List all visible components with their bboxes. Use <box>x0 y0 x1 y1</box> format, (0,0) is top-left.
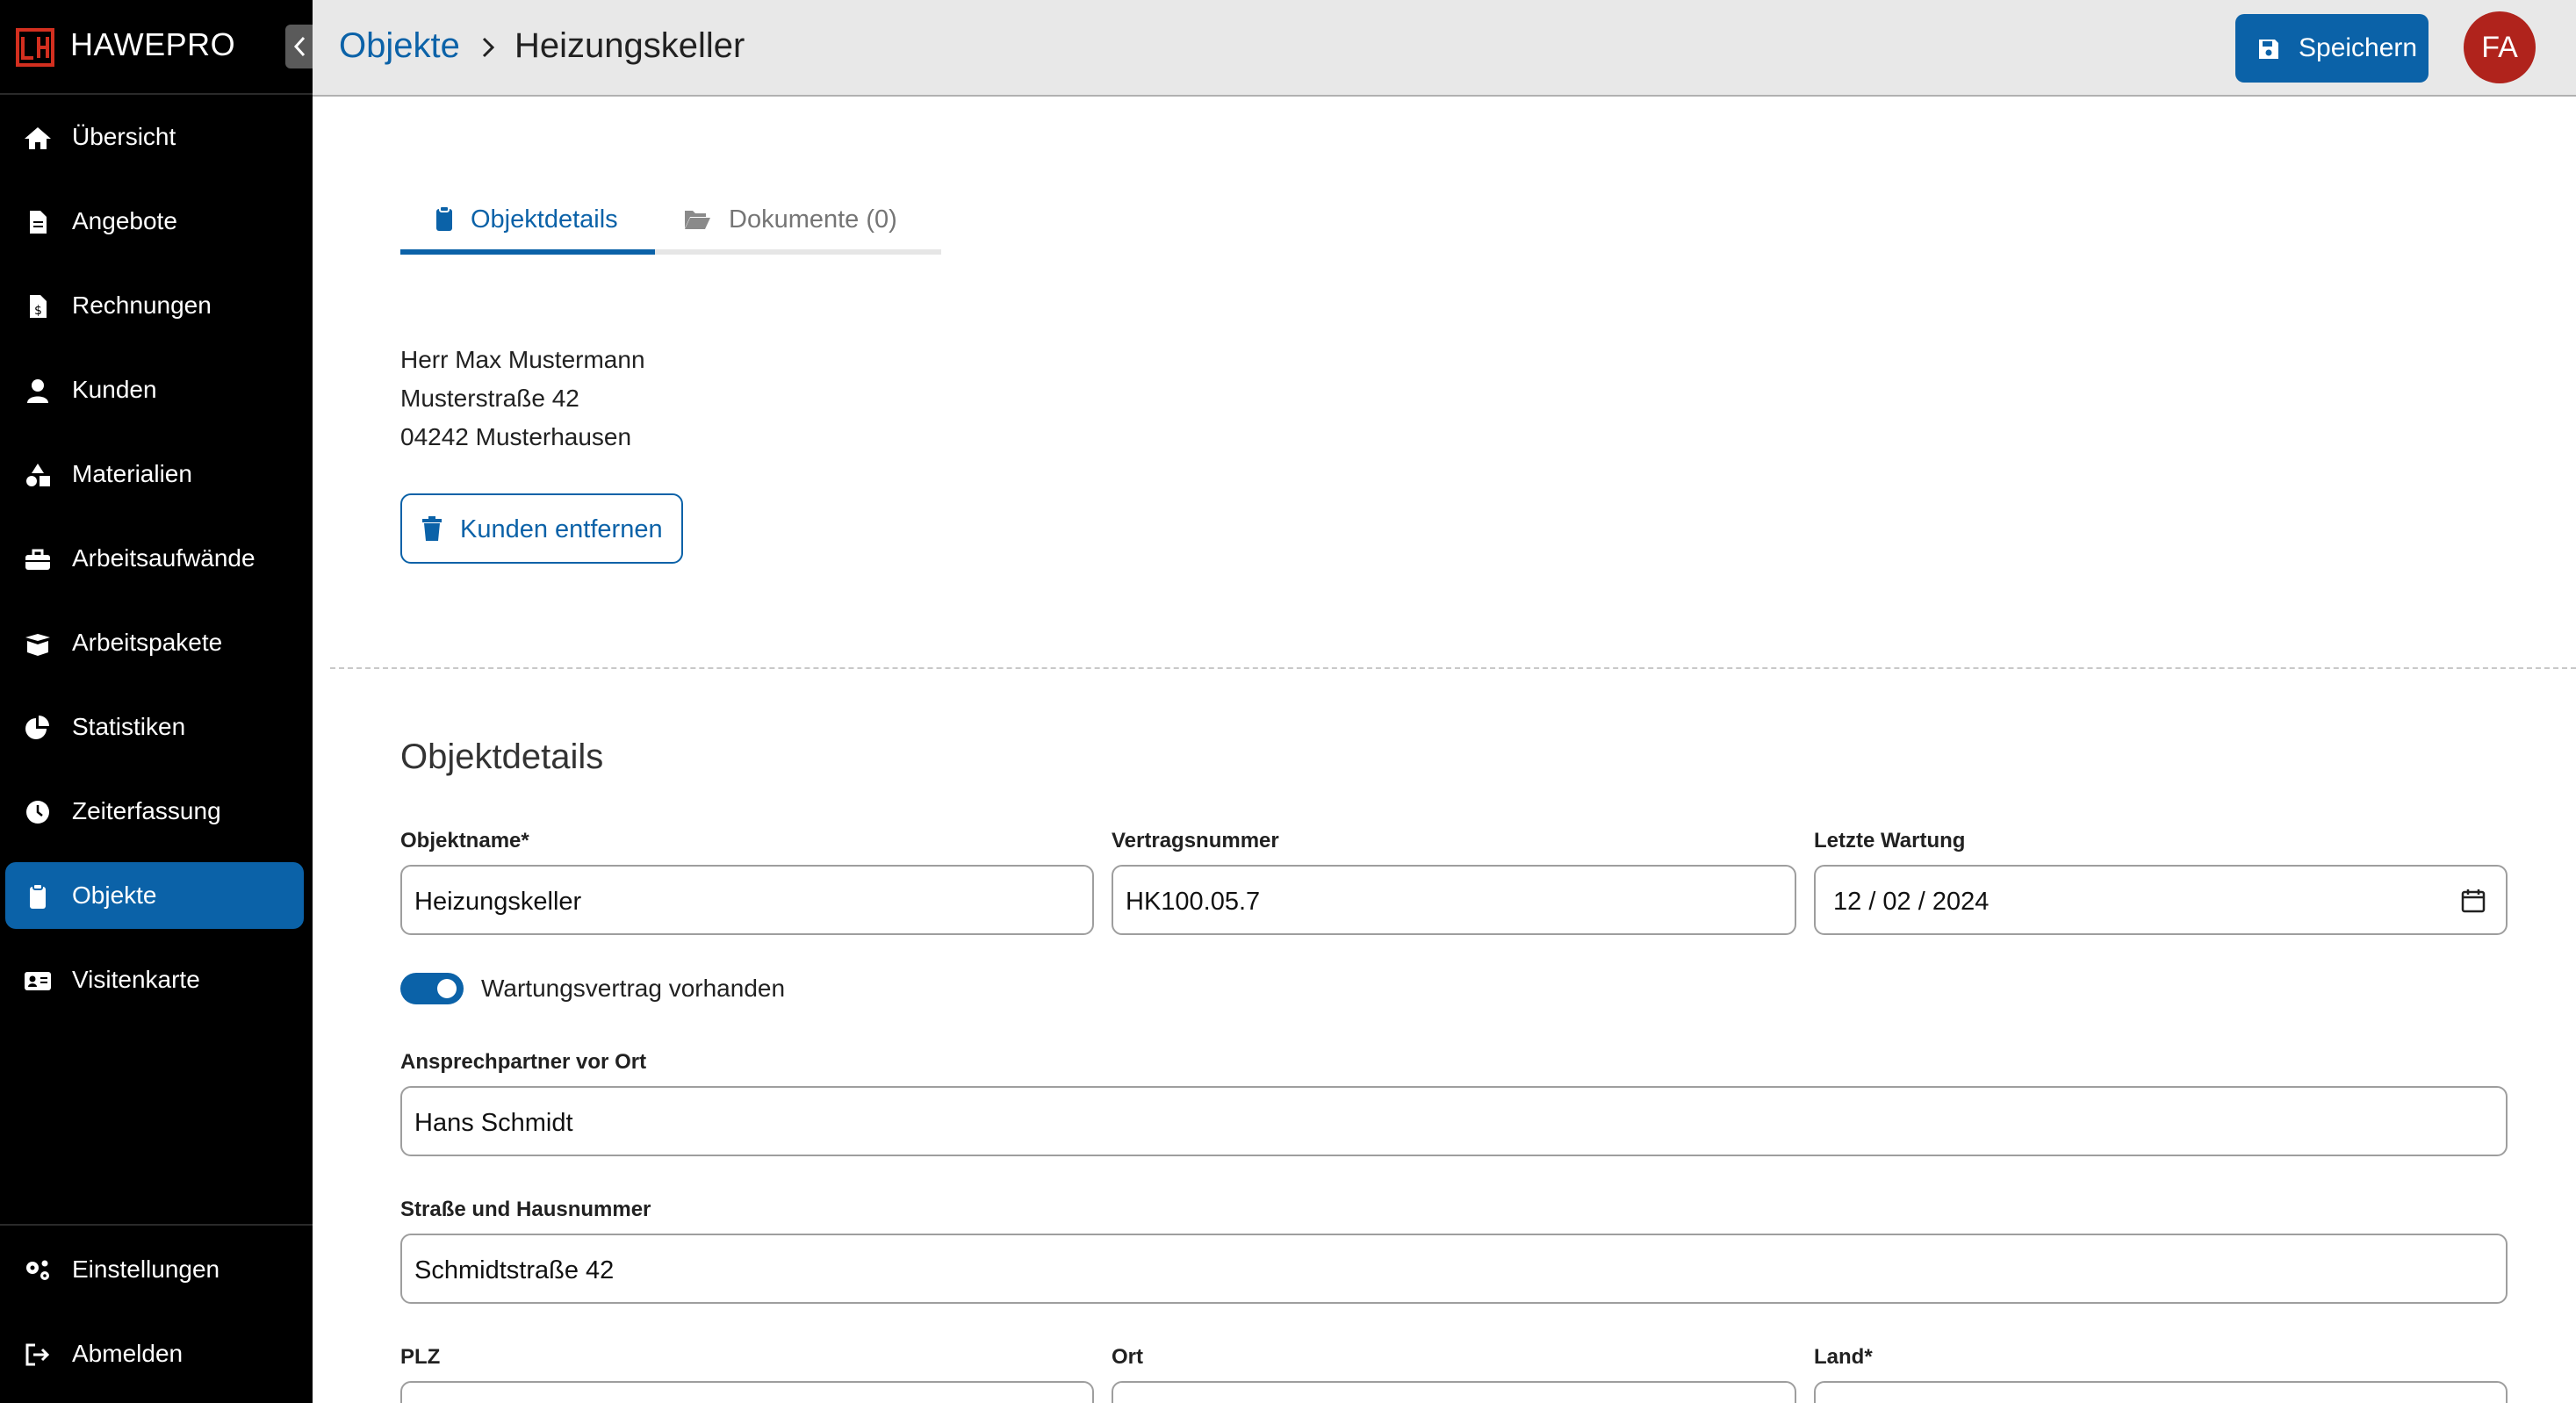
sidebar-item-abmelden[interactable]: Abmelden <box>5 1320 304 1387</box>
tab-dokumente[interactable]: Dokumente (0) <box>683 186 941 255</box>
floppy-disk-icon <box>2259 40 2278 59</box>
sidebar-item-label: Zeiterfassung <box>72 797 221 824</box>
sidebar-item-rechnungen[interactable]: $ Rechnungen <box>5 272 304 339</box>
user-avatar[interactable]: FA <box>2464 11 2536 83</box>
sidebar-item-label: Arbeitsaufwände <box>72 544 255 572</box>
street-label: Straße und Hausnummer <box>400 1198 651 1221</box>
sidebar-collapse-button[interactable] <box>285 25 313 68</box>
sidebar-item-materialien[interactable]: Materialien <box>5 441 304 507</box>
contact-label: Ansprechpartner vor Ort <box>400 1050 647 1074</box>
toolbox-icon <box>25 549 50 570</box>
top-header: Objekte Heizungskeller Speichern FA <box>313 0 2576 97</box>
chevron-right-icon <box>482 37 495 58</box>
object-name-input[interactable]: Heizungskeller <box>400 865 1094 935</box>
sidebar: HAWEPRO Übersicht Angebote $ Rechnungen … <box>0 0 313 1403</box>
tab-label: Dokumente (0) <box>729 205 897 234</box>
save-button[interactable]: Speichern <box>2235 14 2428 83</box>
sidebar-item-visitenkarte[interactable]: Visitenkarte <box>5 946 304 1013</box>
sidebar-item-arbeitspakete[interactable]: Arbeitspakete <box>5 609 304 676</box>
customer-name: Herr Max Mustermann <box>400 346 645 373</box>
section-divider <box>330 667 2576 669</box>
chevron-left-icon <box>293 36 305 57</box>
folder-open-icon <box>685 211 710 229</box>
active-tab-indicator <box>400 249 655 255</box>
sidebar-item-label: Visitenkarte <box>72 966 200 993</box>
contract-number-input[interactable]: HK100.05.7 <box>1112 865 1796 935</box>
home-icon <box>25 127 51 149</box>
remove-customer-label: Kunden entfernen <box>460 515 663 543</box>
tab-label: Objektdetails <box>471 205 618 234</box>
toggle-knob <box>437 979 457 998</box>
brand: HAWEPRO <box>0 0 313 95</box>
svg-text:$: $ <box>34 304 42 318</box>
sidebar-item-arbeitsaufwaende[interactable]: Arbeitsaufwände <box>5 525 304 592</box>
clock-icon <box>26 801 49 824</box>
logout-icon <box>25 1343 50 1366</box>
shapes-icon <box>26 464 50 486</box>
maintenance-contract-label: Wartungsvertrag vorhanden <box>481 975 786 1002</box>
customer-street: Musterstraße 42 <box>400 385 579 412</box>
street-input[interactable]: Schmidtstraße 42 <box>400 1234 2508 1304</box>
sidebar-item-objekte[interactable]: Objekte <box>5 862 304 929</box>
street-value: Schmidtstraße 42 <box>414 1256 615 1284</box>
maintenance-contract-toggle[interactable] <box>400 973 464 1004</box>
sidebar-item-label: Rechnungen <box>72 291 212 319</box>
contract-number-value: HK100.05.7 <box>1126 888 1261 916</box>
id-card-icon <box>25 972 51 990</box>
section-title: Objektdetails <box>400 737 604 776</box>
calendar-icon[interactable] <box>2460 888 2486 914</box>
page-title: Heizungskeller <box>514 26 745 65</box>
sidebar-item-label: Angebote <box>72 207 177 234</box>
main-content: Objektdetails Dokumente (0) Herr Max Mus… <box>313 98 2576 1403</box>
save-button-label: Speichern <box>2299 33 2418 62</box>
sidebar-item-label: Materialien <box>72 460 192 487</box>
gears-icon <box>26 1260 49 1280</box>
country-label: Land* <box>1814 1345 1873 1369</box>
contact-value: Hans Schmidt <box>414 1109 573 1137</box>
sidebar-item-label: Arbeitspakete <box>72 629 223 656</box>
hawepro-logo-icon <box>16 28 54 67</box>
sidebar-item-label: Übersicht <box>72 123 176 150</box>
last-maintenance-date-input[interactable]: 12 / 02 / 2024 <box>1814 865 2508 935</box>
sidebar-item-label: Kunden <box>72 376 157 403</box>
breadcrumb-objekte-link[interactable]: Objekte <box>339 26 460 66</box>
sidebar-divider <box>0 1224 313 1226</box>
clipboard-icon <box>30 883 46 909</box>
city-label: Ort <box>1112 1345 1143 1369</box>
file-icon <box>30 211 47 234</box>
sidebar-item-zeiterfassung[interactable]: Zeiterfassung <box>5 778 304 845</box>
pie-chart-icon <box>25 716 49 739</box>
sidebar-item-uebersicht[interactable]: Übersicht <box>5 104 304 170</box>
remove-customer-button[interactable]: Kunden entfernen <box>400 493 683 564</box>
sidebar-item-label: Einstellungen <box>72 1256 220 1283</box>
zip-label: PLZ <box>400 1345 441 1369</box>
city-input[interactable] <box>1112 1381 1796 1403</box>
trash-icon <box>422 516 442 541</box>
clipboard-icon <box>436 205 452 231</box>
object-name-label: Objektname* <box>400 829 529 853</box>
sidebar-item-statistiken[interactable]: Statistiken <box>5 694 304 760</box>
country-select[interactable] <box>1814 1381 2508 1403</box>
last-maintenance-label: Letzte Wartung <box>1814 829 1966 853</box>
tab-objektdetails[interactable]: Objektdetails <box>400 186 655 255</box>
invoice-icon: $ <box>30 295 47 318</box>
contact-input[interactable]: Hans Schmidt <box>400 1086 2508 1156</box>
box-open-icon <box>25 634 50 656</box>
zip-input[interactable] <box>400 1381 1094 1403</box>
sidebar-item-einstellungen[interactable]: Einstellungen <box>5 1236 304 1303</box>
last-maintenance-value: 12 / 02 / 2024 <box>1833 888 1990 916</box>
user-icon <box>27 379 48 403</box>
sidebar-item-kunden[interactable]: Kunden <box>5 356 304 423</box>
object-name-value: Heizungskeller <box>414 888 582 916</box>
sidebar-item-angebote[interactable]: Angebote <box>5 188 304 255</box>
sidebar-item-label: Objekte <box>72 881 157 909</box>
tab-bar: Objektdetails Dokumente (0) <box>400 186 941 255</box>
sidebar-item-label: Statistiken <box>72 713 186 740</box>
sidebar-item-label: Abmelden <box>72 1340 183 1367</box>
app-name: HAWEPRO <box>70 26 236 62</box>
customer-city: 04242 Musterhausen <box>400 423 632 450</box>
contract-number-label: Vertragsnummer <box>1112 829 1279 853</box>
